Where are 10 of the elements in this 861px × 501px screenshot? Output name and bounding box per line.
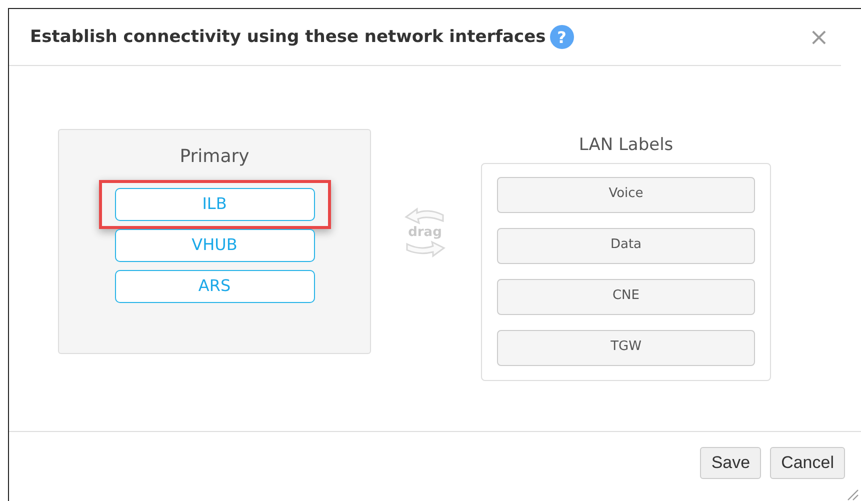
lan-label-item[interactable]: TGW: [497, 330, 755, 366]
dialog-title: Establish connectivity using these network interfaces: [30, 27, 546, 47]
resize-grip-icon[interactable]: [845, 487, 859, 501]
lan-label-item[interactable]: CNE: [497, 279, 755, 315]
panel-title: Primary: [180, 146, 250, 167]
panel-title: LAN Labels: [578, 135, 674, 155]
lan-label-item[interactable]: Data: [497, 228, 755, 264]
dialog-button[interactable]: Save: [700, 447, 762, 479]
lan-label-item[interactable]: Voice: [497, 177, 755, 213]
dialog-button[interactable]: Cancel: [770, 447, 845, 479]
